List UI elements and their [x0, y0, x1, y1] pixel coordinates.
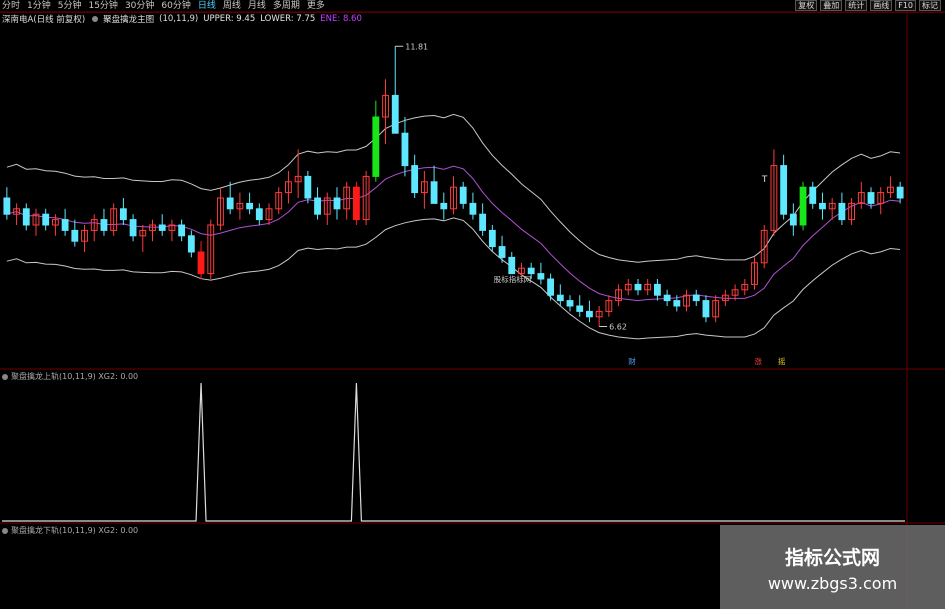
candle-body: [42, 213, 50, 226]
candle-body: [508, 256, 516, 275]
candle-body: [401, 132, 409, 167]
sub-panel-1-label: 聚盘擒龙上轨(10,11,9) XG2: 0.00: [2, 371, 138, 382]
t-marker: T: [761, 175, 768, 185]
candle-body: [566, 300, 574, 307]
candle-body: [372, 116, 380, 177]
candle-body: [527, 267, 535, 275]
candle-body: [304, 175, 312, 199]
candle-body: [255, 208, 263, 221]
candle-body: [789, 213, 797, 226]
candle-body: [71, 229, 79, 242]
candle-body: [3, 197, 11, 215]
candle-body: [226, 197, 234, 210]
candle-body: [129, 219, 137, 237]
xg2-spike-line: [2, 382, 905, 522]
low-price-label: 6.62: [609, 323, 627, 332]
candlestick-chart[interactable]: 11.81 6.62 股标指标网 T 财 涨 摇: [0, 0, 945, 609]
candle-body: [819, 202, 826, 210]
overlay-text: 股标指标网: [494, 274, 532, 284]
candle-body: [479, 213, 487, 231]
candle-body: [197, 251, 205, 275]
candle-body: [391, 94, 399, 134]
candle-body: [547, 278, 555, 296]
marker-cai: 财: [628, 356, 636, 366]
candle-body: [158, 224, 166, 231]
candle-body: [556, 294, 564, 302]
candle-body: [702, 300, 710, 318]
candle-body: [634, 283, 642, 291]
candle-body: [488, 229, 496, 248]
candle-body: [838, 202, 846, 221]
marker-zhang: 涨: [755, 356, 763, 366]
candle-body: [440, 202, 448, 210]
candle-body: [469, 202, 477, 215]
candle-body: [799, 186, 807, 226]
marker-yao: 摇: [778, 356, 786, 366]
candle-body: [459, 186, 467, 204]
candle-body: [663, 294, 671, 302]
candle-body: [119, 208, 127, 221]
candle-body: [430, 181, 438, 204]
high-price-label: 11.81: [405, 42, 428, 51]
candle-body: [22, 208, 30, 226]
candle-body: [867, 192, 875, 204]
sub-panel-1-text: 聚盘擒龙上轨(10,11,9) XG2: 0.00: [11, 372, 139, 381]
sub-panel-2-settings-icon[interactable]: [2, 527, 8, 534]
candle-body: [178, 224, 186, 237]
candle-body: [314, 197, 321, 215]
candle-body: [653, 283, 661, 296]
sub-panel-2-label: 聚盘擒龙下轨(10,11,9) XG2: 0.00: [2, 525, 138, 536]
candle-body: [576, 305, 584, 312]
watermark-title: 指标公式网: [784, 547, 880, 569]
candle-body: [809, 186, 817, 204]
candle-body: [352, 186, 360, 221]
candle-body: [100, 219, 108, 231]
watermark-url: www.zbgs3.com: [767, 574, 898, 593]
candle-body: [61, 219, 69, 231]
candle-body: [411, 165, 419, 194]
sub-panel-2-text: 聚盘擒龙下轨(10,11,9) XG2: 0.00: [11, 526, 139, 535]
candle-body: [896, 186, 904, 199]
candle-body: [537, 273, 545, 280]
watermark: 指标公式网 www.zbgs3.com: [720, 525, 945, 609]
sub-panel-1-settings-icon[interactable]: [2, 373, 8, 380]
candle-body: [586, 310, 593, 318]
candle-body: [692, 294, 700, 302]
candle-body: [246, 202, 254, 210]
candle-body: [333, 197, 341, 210]
candle-body: [498, 246, 506, 258]
candle-body: [187, 235, 195, 253]
candle-body: [673, 300, 681, 307]
candle-body: [780, 165, 788, 215]
